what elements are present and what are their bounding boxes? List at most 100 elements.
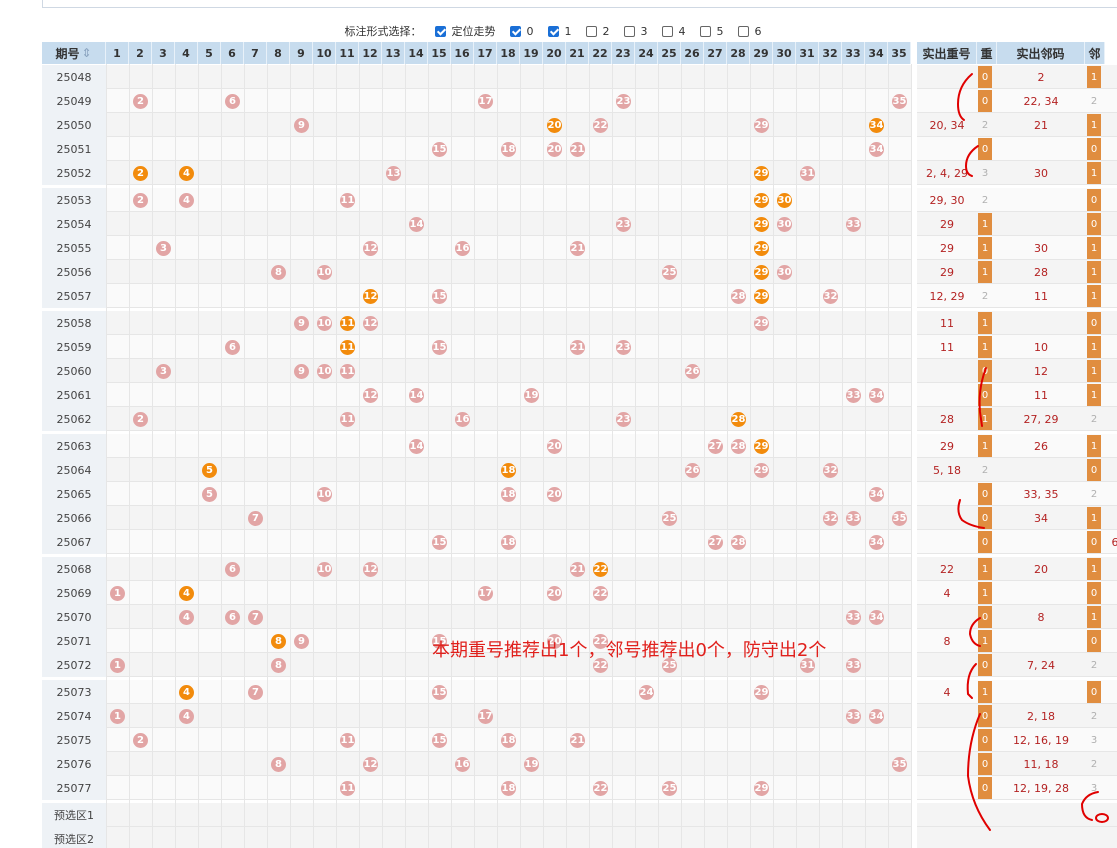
ball-repeat: 4 <box>179 684 194 700</box>
header-period[interactable]: 期号 ⇕ <box>42 42 106 64</box>
neighbor-count: 1 <box>1087 285 1101 307</box>
neighbor-numbers: 21 <box>1034 118 1048 132</box>
ball-drawn: 6 <box>225 561 240 577</box>
repeat-count: 1 <box>978 336 992 358</box>
ball-drawn: 15 <box>432 288 447 304</box>
ball-drawn: 33 <box>846 387 861 403</box>
ball-drawn: 16 <box>455 756 470 772</box>
option-7[interactable]: 6 <box>737 24 770 38</box>
ball-drawn: 28 <box>731 438 746 454</box>
header-number: 19 <box>520 42 543 64</box>
option-label: 5 <box>716 24 724 38</box>
ball-drawn: 26 <box>685 363 700 379</box>
neighbor-count: 0 <box>1087 459 1101 481</box>
option-checkbox[interactable] <box>699 25 711 37</box>
neighbor-numbers: 12, 19, 28 <box>1013 781 1069 795</box>
option-checkbox[interactable] <box>737 25 749 37</box>
ball-drawn: 35 <box>892 510 907 526</box>
neighbor-numbers: 30 <box>1034 241 1048 255</box>
header-number: 2 <box>129 42 152 64</box>
option-checkbox[interactable] <box>547 25 559 37</box>
neighbor-numbers: 30 <box>1034 166 1048 180</box>
neighbor-numbers: 12, 16, 19 <box>1013 733 1069 747</box>
header-number: 29 <box>750 42 773 64</box>
ball-drawn: 32 <box>823 462 838 478</box>
repeat-count: 1 <box>978 681 992 703</box>
neighbor-numbers: 33, 35 <box>1023 487 1059 501</box>
option-checkbox[interactable] <box>623 25 635 37</box>
repeat-count: 0 <box>978 606 992 628</box>
ball-drawn: 6 <box>225 339 240 355</box>
table-row: 25077 11 18 22 25 29 0 12, 19, 28 3 <box>42 776 1117 800</box>
neighbor-numbers: 22, 34 <box>1023 94 1059 108</box>
header-number: 32 <box>819 42 842 64</box>
ball-drawn: 8 <box>271 657 286 673</box>
row-period: 25073 <box>42 680 106 704</box>
ball-drawn: 32 <box>823 288 838 304</box>
option-checkbox[interactable] <box>661 25 673 37</box>
neighbor-numbers <box>997 530 1085 554</box>
ball-drawn: 7 <box>248 609 263 625</box>
row-period: 25060 <box>42 359 106 383</box>
row-period: 25049 <box>42 89 106 113</box>
ball-drawn: 23 <box>616 93 631 109</box>
row-period: 25064 <box>42 458 106 482</box>
ball-drawn: 2 <box>133 411 148 427</box>
neighbor-count: 3 <box>1090 782 1098 794</box>
preselect-row[interactable]: 预选区1 <box>42 803 1117 827</box>
neighbor-numbers: 10 <box>1034 340 1048 354</box>
option-0[interactable]: 定位走势 <box>434 23 504 39</box>
option-3[interactable]: 2 <box>585 25 618 38</box>
ball-drawn: 9 <box>294 363 309 379</box>
repeat-numbers <box>917 704 977 728</box>
sort-icon[interactable]: ⇕ <box>81 46 91 60</box>
grid-line <box>704 64 705 848</box>
header-number: 26 <box>681 42 704 64</box>
ball-drawn: 18 <box>501 486 516 502</box>
ball-drawn: 15 <box>432 684 447 700</box>
ball-drawn: 25 <box>662 780 677 796</box>
ball-drawn: 11 <box>340 411 355 427</box>
header-number: 11 <box>336 42 359 64</box>
repeat-count: 0 <box>978 360 992 382</box>
repeat-count: 0 <box>978 729 992 751</box>
ball-drawn: 22 <box>593 585 608 601</box>
neighbor-numbers <box>997 458 1085 482</box>
option-6[interactable]: 5 <box>699 24 732 38</box>
option-label: 6 <box>754 24 762 38</box>
ball-drawn: 7 <box>248 510 263 526</box>
neighbor-numbers: 7, 24 <box>1027 658 1055 672</box>
option-checkbox[interactable] <box>585 25 597 37</box>
repeat-count: 1 <box>978 408 992 430</box>
grid-line <box>750 64 751 848</box>
ball-drawn: 24 <box>639 684 654 700</box>
ball-drawn: 21 <box>570 240 585 256</box>
header-number: 3 <box>152 42 175 64</box>
ball-drawn: 14 <box>409 387 424 403</box>
ball-drawn: 21 <box>570 732 585 748</box>
repeat-numbers: 29, 30 <box>929 193 965 207</box>
option-2[interactable]: 1 <box>547 25 580 38</box>
ball-drawn: 29 <box>754 684 769 700</box>
ball-drawn: 28 <box>731 288 746 304</box>
repeat-numbers <box>917 530 977 554</box>
row-period: 25077 <box>42 776 106 800</box>
header-number: 6 <box>221 42 244 64</box>
option-1[interactable]: 0 <box>509 25 542 38</box>
option-checkbox[interactable] <box>434 25 446 37</box>
option-checkbox[interactable] <box>509 25 521 37</box>
neighbor-numbers: 8 <box>1037 610 1045 624</box>
ball-repeat: 34 <box>869 117 884 133</box>
top-panel-edge <box>42 0 1117 8</box>
option-4[interactable]: 3 <box>623 25 656 38</box>
grid-line <box>635 64 636 848</box>
ball-repeat: 29 <box>754 438 769 454</box>
preselect-row[interactable]: 预选区2 <box>42 827 1117 848</box>
table-row: 25075 2 11 15 18 21 0 12, 16, 19 3 <box>42 728 1117 752</box>
neighbor-numbers: 20 <box>1034 562 1048 576</box>
repeat-numbers: 5, 18 <box>933 463 961 477</box>
repeat-count: 1 <box>978 582 992 604</box>
option-5[interactable]: 4 <box>661 25 694 38</box>
ball-drawn: 25 <box>662 510 677 526</box>
ball-drawn: 35 <box>892 756 907 772</box>
